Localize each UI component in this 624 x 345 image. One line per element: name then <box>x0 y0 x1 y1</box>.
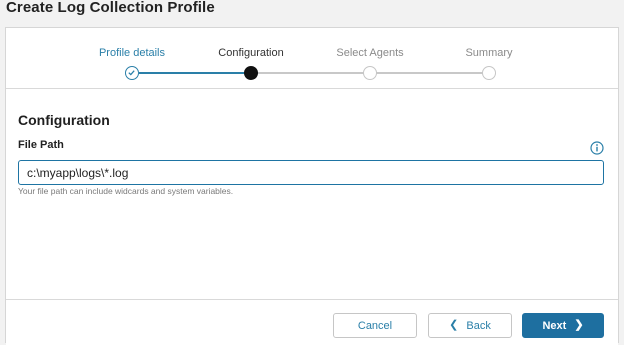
step-label: Select Agents <box>336 47 404 59</box>
step-connector-1 <box>139 72 258 74</box>
step-label: Summary <box>465 47 513 59</box>
pending-step-dot-icon <box>482 66 496 80</box>
step-label: Configuration <box>218 47 284 59</box>
file-path-label: File Path <box>18 139 64 151</box>
section-title: Configuration <box>18 112 110 128</box>
page-title: Create Log Collection Profile <box>6 0 215 16</box>
pending-step-dot-icon <box>363 66 377 80</box>
cancel-button[interactable]: Cancel <box>333 313 417 338</box>
wizard-stepper: Profile details Configuration Select Age… <box>6 28 618 89</box>
file-path-help-text: Your file path can include widcards and … <box>18 186 234 196</box>
step-label: Profile details <box>98 47 166 59</box>
info-icon[interactable] <box>590 141 604 155</box>
file-path-input[interactable] <box>18 160 604 185</box>
back-button[interactable]: ❮ Back <box>428 313 512 338</box>
active-step-dot-icon <box>244 66 258 80</box>
back-button-label: Back <box>466 319 491 332</box>
chevron-right-icon: ❯ <box>574 319 584 331</box>
next-button[interactable]: Next ❯ <box>522 313 604 338</box>
wizard-dialog: Profile details Configuration Select Age… <box>5 27 619 345</box>
checkmark-icon <box>125 66 139 80</box>
wizard-footer: Cancel ❮ Back Next ❯ <box>6 299 618 345</box>
cancel-button-label: Cancel <box>357 319 393 332</box>
next-button-label: Next <box>542 319 567 332</box>
chevron-left-icon: ❮ <box>449 319 459 331</box>
